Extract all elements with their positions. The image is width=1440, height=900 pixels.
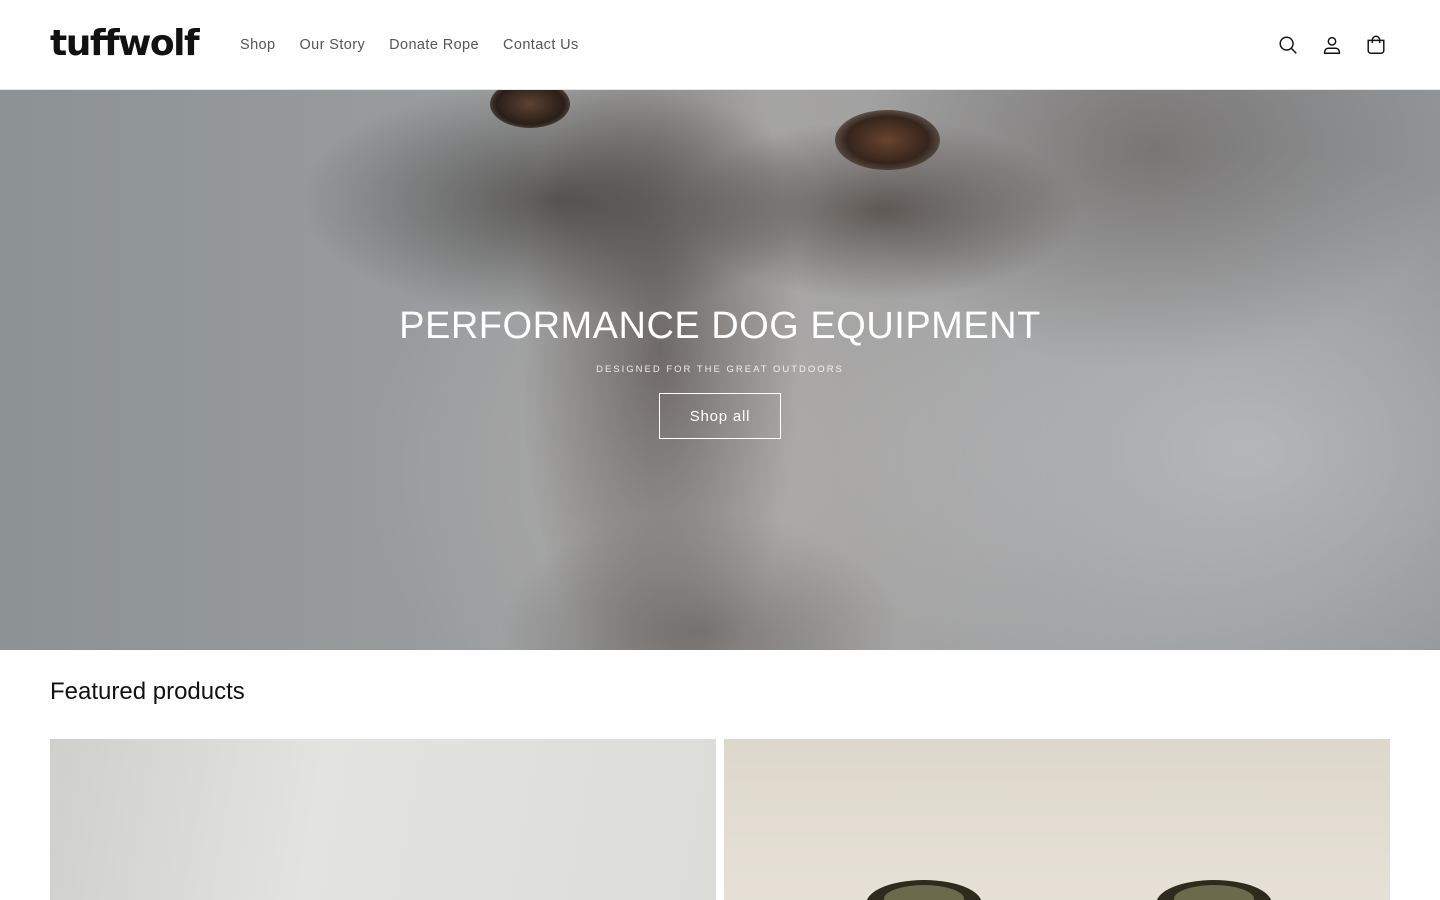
product-card[interactable] <box>724 739 1390 900</box>
cart-button[interactable] <box>1362 31 1390 59</box>
search-icon <box>1279 35 1297 54</box>
shop-all-button[interactable]: Shop all <box>659 393 781 439</box>
main-nav: Shop Our Story Donate Rope Contact Us <box>228 37 591 53</box>
hero-banner: PERFORMANCE DOG EQUIPMENT DESIGNED FOR T… <box>0 90 1440 650</box>
cart-icon <box>1367 35 1385 54</box>
hero-title: PERFORMANCE DOG EQUIPMENT <box>399 305 1041 347</box>
featured-products-title: Featured products <box>50 678 245 705</box>
hero-subtitle: DESIGNED FOR THE GREAT OUTDOORS <box>596 364 844 375</box>
nav-item-donate-rope[interactable]: Donate Rope <box>377 37 491 53</box>
logo[interactable]: tuffwolf <box>50 25 200 62</box>
product-image <box>50 739 716 900</box>
account-icon <box>1323 36 1341 54</box>
search-button[interactable] <box>1274 31 1302 59</box>
account-button[interactable] <box>1318 31 1346 59</box>
product-card[interactable] <box>50 739 716 900</box>
site-header: tuffwolf Shop Our Story Donate Rope Cont… <box>0 0 1440 90</box>
hero-content: PERFORMANCE DOG EQUIPMENT DESIGNED FOR T… <box>0 90 1440 650</box>
nav-item-our-story[interactable]: Our Story <box>287 37 377 53</box>
product-image <box>866 880 1272 900</box>
nav-item-shop[interactable]: Shop <box>228 37 287 53</box>
nav-item-contact-us[interactable]: Contact Us <box>491 37 591 53</box>
header-icons <box>1274 31 1390 59</box>
